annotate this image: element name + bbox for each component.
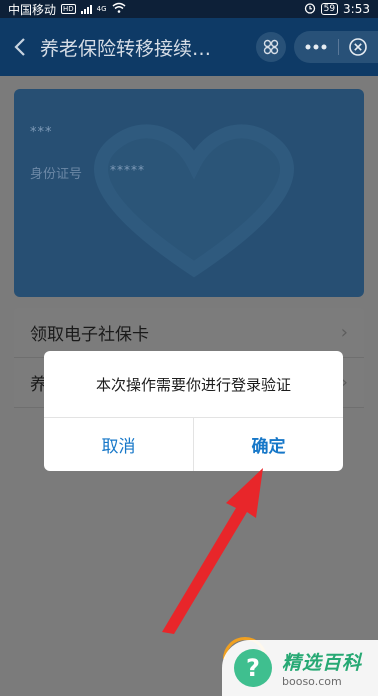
- login-verify-dialog: 本次操作需要你进行登录验证 取消 确定: [44, 351, 343, 471]
- watermark-logo: ? 精选百科 booso.com: [222, 640, 378, 696]
- wifi-icon: [112, 2, 126, 16]
- signal-icon: [80, 4, 92, 14]
- watermark-title: 精选百科: [282, 652, 363, 674]
- close-circle-icon: [349, 38, 367, 56]
- alarm-icon: [304, 2, 316, 17]
- network-label: 4G: [96, 5, 107, 13]
- mini-program-icon: [263, 39, 279, 55]
- list-item-label: 领取电子社保卡: [30, 325, 149, 345]
- clock-label: 3:53: [343, 2, 370, 16]
- card-heart-graphic: [94, 124, 294, 278]
- status-right: 59 3:53: [304, 2, 370, 17]
- back-arrow-icon: [14, 38, 25, 56]
- card-holder-name: ***: [30, 125, 53, 140]
- watermark-text: 精选百科 booso.com: [282, 648, 362, 688]
- battery-icon: 59: [320, 3, 339, 15]
- status-bar: 中国移动 HD 4G 59 3:53: [0, 0, 378, 18]
- carrier-label: 中国移动: [8, 2, 57, 17]
- dialog-message: 本次操作需要你进行登录验证: [95, 375, 291, 394]
- hd-badge: HD: [61, 4, 76, 14]
- more-dots-icon: [305, 44, 327, 50]
- back-button[interactable]: [0, 18, 40, 76]
- nav-bar: 养老保险转移接续…: [0, 18, 378, 76]
- watermark-url: booso.com: [282, 675, 342, 688]
- question-icon: ?: [234, 649, 272, 687]
- chevron-right-icon: ›: [340, 322, 348, 343]
- more-button[interactable]: [294, 31, 338, 63]
- scan-button[interactable]: [256, 32, 286, 62]
- id-number-label: 身份证号: [30, 167, 83, 182]
- id-number-value: *****: [110, 163, 145, 177]
- close-button[interactable]: [339, 31, 377, 63]
- status-left: 中国移动 HD 4G: [8, 1, 126, 18]
- social-security-card: *** 身份证号 *****: [14, 89, 364, 297]
- capsule-menu: [294, 31, 378, 63]
- confirm-button[interactable]: 确定: [194, 418, 343, 471]
- cancel-button[interactable]: 取消: [44, 418, 193, 471]
- page-title: 养老保险转移接续…: [40, 37, 212, 60]
